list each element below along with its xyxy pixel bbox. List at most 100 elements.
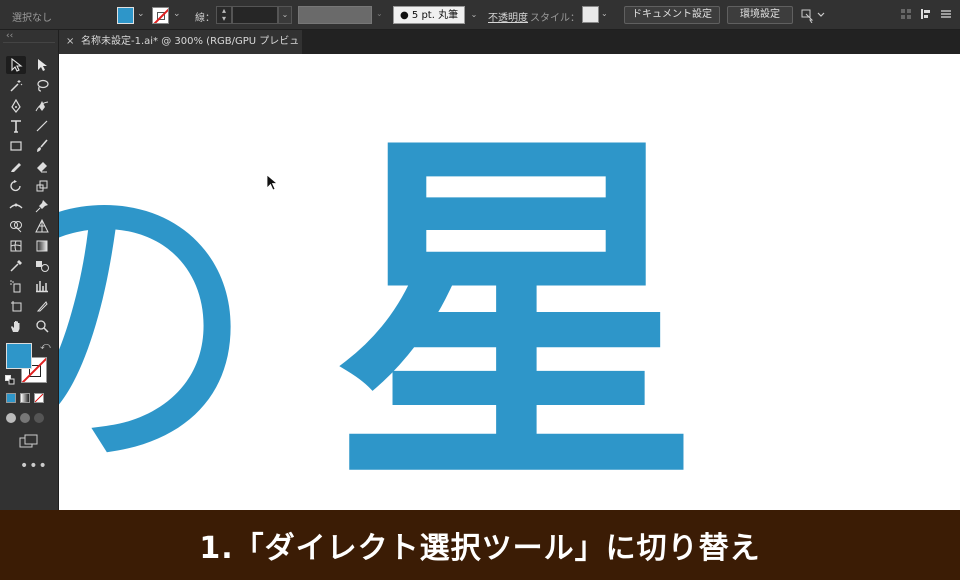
- rectangle-tool[interactable]: [6, 137, 26, 155]
- default-fill-stroke-icon[interactable]: [5, 375, 15, 385]
- control-bar: 選択なし ⌄ ⌄ 線： ▴ ▾ ⌄ ⌄ ● 5 pt. 丸筆 ⌄ 不透明度 スタイ…: [0, 0, 960, 30]
- puppet-warp-tool[interactable]: [32, 197, 52, 215]
- stroke-inner-square: [157, 12, 165, 20]
- perspective-grid-tool[interactable]: [32, 217, 52, 235]
- stroke-chevron-down-icon[interactable]: ⌄: [173, 9, 181, 19]
- symbol-sprayer-icon: [10, 280, 21, 293]
- hand-icon: [11, 321, 20, 332]
- artboard-canvas[interactable]: の 星: [59, 54, 960, 510]
- symbol-sprayer-tool[interactable]: [6, 277, 26, 295]
- artwork-glyph-no: の: [59, 136, 261, 510]
- edit-toolbar-more-icon[interactable]: •••: [20, 458, 48, 474]
- eyedropper-tool[interactable]: [6, 257, 26, 275]
- close-tab-icon[interactable]: ×: [66, 30, 74, 54]
- column-graph-icon: [36, 281, 48, 293]
- selection-arrow-icon: [11, 58, 23, 72]
- preferences-button[interactable]: 環境設定: [727, 6, 793, 24]
- draw-normal-icon[interactable]: [6, 413, 16, 423]
- rotate-icon: [10, 180, 21, 192]
- direct-selection-arrow-icon: [38, 59, 47, 71]
- draw-behind-icon[interactable]: [20, 413, 30, 423]
- stroke-weight-input[interactable]: [232, 6, 278, 24]
- cursor-arrow-icon: [266, 174, 279, 191]
- magic-wand-icon: [10, 80, 23, 92]
- magic-wand-tool[interactable]: [6, 77, 26, 95]
- selection-status-label: 選択なし: [12, 13, 52, 24]
- zoom-tool[interactable]: [32, 317, 52, 335]
- graphic-style-swatch[interactable]: [582, 6, 599, 23]
- blend-tool[interactable]: [32, 257, 52, 275]
- variable-width-profile-select[interactable]: [298, 6, 372, 24]
- fill-color-swatch[interactable]: [117, 7, 134, 24]
- shape-builder-tool[interactable]: [6, 217, 26, 235]
- stroke-color-swatch[interactable]: [152, 7, 169, 24]
- screen-mode-icon[interactable]: [19, 434, 39, 448]
- paintbrush-icon: [37, 139, 48, 152]
- hand-tool[interactable]: [6, 317, 26, 335]
- stroke-weight-dropdown-chevron-icon[interactable]: ⌄: [278, 6, 292, 24]
- pencil-icon: [11, 163, 21, 172]
- grid-panel-icon[interactable]: [900, 8, 912, 20]
- artwork: の 星: [59, 102, 701, 510]
- panel-toggle-icons: [900, 8, 952, 20]
- document-settings-button[interactable]: ドキュメント設定: [624, 6, 720, 24]
- curvature-tool[interactable]: [32, 97, 52, 115]
- document-tab-bar: × 名称未設定-1.ai* @ 300% (RGB/GPU プレビュー): [59, 30, 960, 71]
- swap-fill-stroke-icon[interactable]: ⤺: [40, 341, 51, 352]
- artboard-tool[interactable]: [6, 297, 26, 315]
- perspective-grid-icon: [35, 219, 49, 233]
- gradient-mode-icon[interactable]: [20, 393, 30, 403]
- rotate-tool[interactable]: [6, 177, 26, 195]
- tools-panel: ‹‹ ⤺ •••: [0, 30, 59, 510]
- color-mode-row: [6, 393, 44, 403]
- scale-icon: [36, 180, 48, 192]
- lasso-icon: [37, 79, 49, 92]
- pen-tool[interactable]: [6, 97, 26, 115]
- width-tool-icon: [9, 203, 23, 209]
- variable-width-chevron-icon[interactable]: ⌄: [376, 9, 383, 18]
- lasso-tool[interactable]: [32, 77, 52, 95]
- stroke-weight-label: 線：: [195, 13, 215, 24]
- collapse-panel-icon[interactable]: ‹‹: [6, 31, 13, 41]
- width-tool[interactable]: [6, 197, 26, 215]
- zoom-magnifier-icon: [36, 320, 49, 333]
- blend-icon: [36, 261, 49, 272]
- fill-color-box[interactable]: [6, 343, 32, 369]
- line-segment-icon: [36, 120, 48, 132]
- none-mode-icon[interactable]: [34, 393, 44, 403]
- brush-chevron-down-icon[interactable]: ⌄: [467, 6, 481, 24]
- slice-tool[interactable]: [32, 297, 52, 315]
- stroke-weight-stepper[interactable]: ▴ ▾: [216, 6, 232, 24]
- paintbrush-tool[interactable]: [32, 137, 52, 155]
- color-mode-icon[interactable]: [6, 393, 16, 403]
- brush-definition-select[interactable]: ● 5 pt. 丸筆: [393, 6, 465, 24]
- artwork-glyph-hoshi: 星: [331, 102, 701, 510]
- tutorial-caption-bar: 1.「ダイレクト選択ツール」に切り替え: [0, 510, 960, 580]
- pencil-tool[interactable]: [6, 157, 26, 175]
- rectangle-icon: [10, 141, 22, 151]
- type-t-icon: [11, 120, 21, 133]
- mesh-tool[interactable]: [6, 237, 26, 255]
- slice-knife-icon: [36, 301, 48, 312]
- gradient-tool[interactable]: [32, 237, 52, 255]
- panel-grip[interactable]: [3, 42, 55, 46]
- tutorial-caption-text: 1.「ダイレクト選択ツール」に切り替え: [199, 531, 761, 566]
- selection-tool[interactable]: [6, 56, 26, 74]
- brush-definition-label: 5 pt. 丸筆: [411, 10, 459, 21]
- fill-chevron-down-icon[interactable]: ⌄: [137, 9, 145, 19]
- graphic-style-chevron-icon[interactable]: ⌄: [601, 9, 608, 18]
- panel-menu-icon[interactable]: [940, 8, 952, 20]
- line-segment-tool[interactable]: [32, 117, 52, 135]
- align-panel-icon[interactable]: [920, 8, 932, 20]
- eraser-tool[interactable]: [32, 157, 52, 175]
- scale-tool[interactable]: [32, 177, 52, 195]
- curvature-pen-icon: [35, 101, 49, 112]
- opacity-link[interactable]: 不透明度: [488, 9, 528, 24]
- column-graph-tool[interactable]: [32, 277, 52, 295]
- type-tool[interactable]: [6, 117, 26, 135]
- draw-inside-icon[interactable]: [34, 413, 44, 423]
- direct-selection-tool[interactable]: [32, 56, 52, 74]
- gradient-icon: [36, 240, 48, 252]
- arrange-documents-icon[interactable]: [800, 7, 826, 23]
- document-tab[interactable]: × 名称未設定-1.ai* @ 300% (RGB/GPU プレビュー): [59, 30, 302, 71]
